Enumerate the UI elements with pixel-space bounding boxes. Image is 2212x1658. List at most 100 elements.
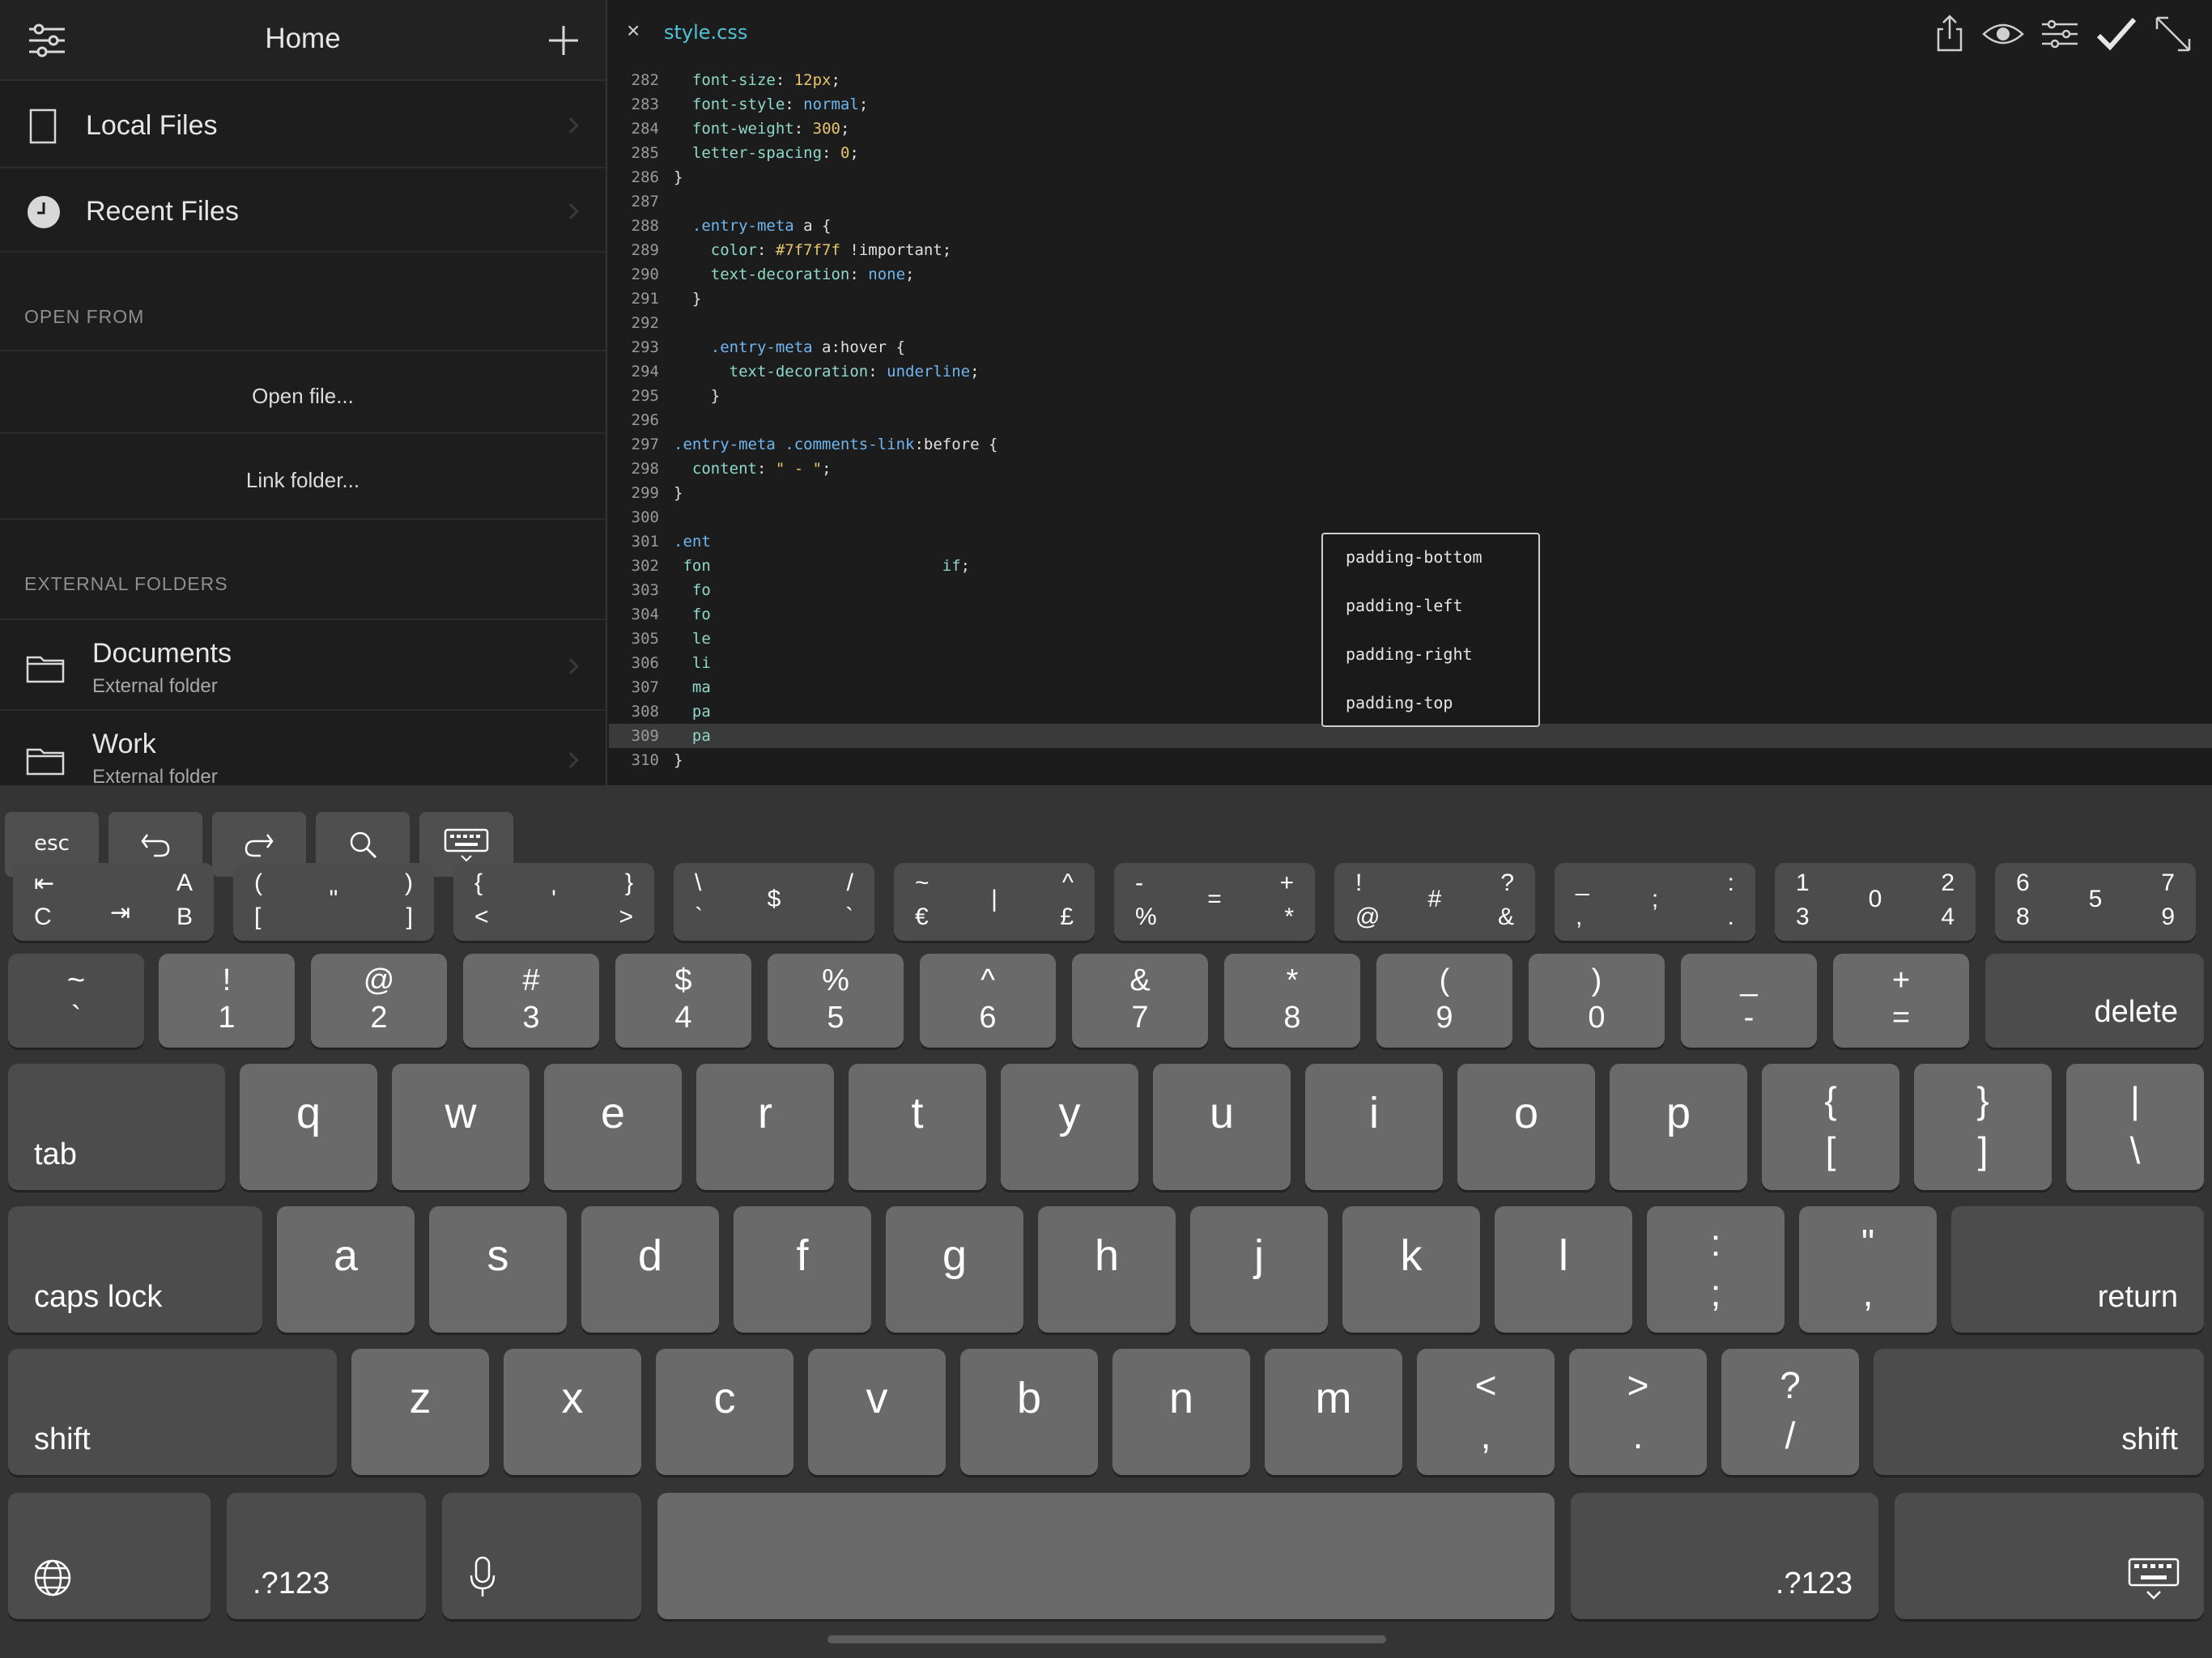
symbol-key[interactable]: 65789 (1995, 863, 2196, 941)
number-key[interactable]: (9 (1376, 954, 1512, 1048)
symbol-key[interactable]: - = +% * (1114, 863, 1315, 941)
letter-key-a[interactable]: a (277, 1206, 415, 1333)
folder-item-work[interactable]: Work External folder (0, 712, 606, 785)
number-key[interactable]: @2 (311, 954, 447, 1048)
letter-key-b[interactable]: b (960, 1349, 1098, 1475)
letter-key-o[interactable]: o (1457, 1064, 1595, 1190)
number-key[interactable]: + = (1833, 954, 1969, 1048)
symbol-key[interactable]: ~ | ^ € £ (894, 863, 1095, 941)
close-tab-button[interactable]: × (627, 18, 640, 44)
code-line[interactable]: 292 (609, 311, 2212, 335)
checkmark-icon[interactable] (2095, 13, 2138, 55)
home-indicator[interactable] (827, 1635, 1386, 1643)
letter-key-y[interactable]: y (1001, 1064, 1138, 1190)
numbers-key-right[interactable]: .?123 (1571, 1493, 1878, 1619)
letter-key-k[interactable]: k (1342, 1206, 1480, 1333)
link-folder-button[interactable]: Link folder... (0, 436, 606, 520)
space-bar[interactable] (657, 1493, 1555, 1619)
code-line[interactable]: 294 text-decoration: underline; (609, 359, 2212, 384)
plus-icon[interactable] (541, 18, 586, 63)
share-icon[interactable] (1929, 13, 1971, 55)
autocomplete-item[interactable]: padding-right (1346, 644, 1473, 664)
sidebar-item-local-files[interactable]: Local Files (0, 83, 606, 168)
letter-key-h[interactable]: h (1038, 1206, 1176, 1333)
letter-key-r[interactable]: r (696, 1064, 834, 1190)
code-line[interactable]: 298 content: " - "; (609, 457, 2212, 481)
letter-key-g[interactable]: g (886, 1206, 1023, 1333)
letter-key-e[interactable]: e (544, 1064, 682, 1190)
punctuation-key[interactable]: <, (1417, 1349, 1555, 1475)
symbol-key[interactable]: \ $ / ` ` (674, 863, 874, 941)
code-line[interactable]: 299} (609, 481, 2212, 505)
shift-key-right[interactable]: shift (1874, 1349, 2204, 1475)
symbol-key[interactable]: {'} < > (453, 863, 654, 941)
symbol-key[interactable]: 10234 (1775, 863, 1976, 941)
code-line[interactable]: 288 .entry-meta a { (609, 214, 2212, 238)
sidebar-item-recent-files[interactable]: Recent Files (0, 170, 606, 253)
letter-key-n[interactable]: n (1112, 1349, 1250, 1475)
autocomplete-item[interactable]: padding-left (1346, 596, 1463, 615)
number-key[interactable]: % 5 (768, 954, 904, 1048)
open-file-button[interactable]: Open file... (0, 350, 606, 434)
letter-key-l[interactable]: l (1495, 1206, 1632, 1333)
punctuation-key[interactable]: ", (1799, 1206, 1937, 1333)
number-key[interactable]: * 8 (1224, 954, 1360, 1048)
letter-key-q[interactable]: q (240, 1064, 377, 1190)
symbol-key[interactable]: _;:,. (1555, 863, 1755, 941)
return-key[interactable]: return (1951, 1206, 2204, 1333)
code-editor[interactable]: × style.css 282 font-size: 12px; 283 font… (609, 0, 2212, 785)
letter-key-m[interactable]: m (1265, 1349, 1402, 1475)
sliders-icon[interactable] (2039, 13, 2081, 55)
tab-key[interactable]: tab (8, 1064, 225, 1190)
dismiss-keyboard-key[interactable] (1895, 1493, 2204, 1619)
eye-icon[interactable] (1982, 13, 2024, 55)
bracket-key[interactable]: {[ (1762, 1064, 1899, 1190)
globe-key[interactable] (8, 1493, 211, 1619)
letter-key-d[interactable]: d (581, 1206, 719, 1333)
code-line[interactable]: 290 text-decoration: none; (609, 262, 2212, 287)
code-line[interactable]: 295 } (609, 384, 2212, 408)
code-line[interactable]: 289 color: #7f7f7f !important; (609, 238, 2212, 262)
letter-key-i[interactable]: i (1305, 1064, 1443, 1190)
code-line[interactable]: 293 .entry-meta a:hover { (609, 335, 2212, 359)
letter-key-j[interactable]: j (1190, 1206, 1328, 1333)
letter-key-p[interactable]: p (1610, 1064, 1747, 1190)
punctuation-key[interactable]: ? / (1721, 1349, 1859, 1475)
code-line[interactable]: 285 letter-spacing: 0; (609, 141, 2212, 165)
letter-key-u[interactable]: u (1153, 1064, 1291, 1190)
caps-lock-key[interactable]: caps lock (8, 1206, 262, 1333)
symbol-key[interactable]: ⇤ A C ⇥ B (13, 863, 214, 941)
code-line[interactable]: 283 font-style: normal; (609, 92, 2212, 117)
code-line[interactable]: 282 font-size: 12px; (609, 68, 2212, 92)
number-key[interactable]: ~ ` (8, 954, 144, 1048)
shift-key-left[interactable]: shift (8, 1349, 337, 1475)
punctuation-key[interactable]: :; (1647, 1206, 1784, 1333)
code-line[interactable]: 291 } (609, 287, 2212, 311)
letter-key-f[interactable]: f (734, 1206, 871, 1333)
code-line[interactable]: 300 (609, 505, 2212, 529)
number-key[interactable]: _ - (1681, 954, 1817, 1048)
autocomplete-item[interactable]: padding-top (1346, 693, 1453, 712)
number-key[interactable]: ) 0 (1529, 954, 1665, 1048)
bracket-key[interactable]: | \ (2066, 1064, 2204, 1190)
code-line[interactable]: 287 (609, 189, 2212, 214)
letter-key-t[interactable]: t (849, 1064, 986, 1190)
dictation-key[interactable] (442, 1493, 641, 1619)
code-line[interactable]: 297 .entry-meta .comments-link:before { (609, 432, 2212, 457)
number-key[interactable]: #3 (463, 954, 599, 1048)
letter-key-x[interactable]: x (504, 1349, 641, 1475)
number-key[interactable]: ^ 6 (920, 954, 1056, 1048)
code-line[interactable]: 310} (609, 748, 2212, 772)
letter-key-s[interactable]: s (429, 1206, 567, 1333)
numbers-key-left[interactable]: .?123 (227, 1493, 426, 1619)
letter-key-c[interactable]: c (656, 1349, 793, 1475)
folder-item-documents[interactable]: Documents External folder (0, 619, 606, 711)
number-key[interactable]: $4 (615, 954, 751, 1048)
letter-key-w[interactable]: w (392, 1064, 530, 1190)
tab-filename[interactable]: style.css (664, 21, 747, 44)
punctuation-key[interactable]: >. (1569, 1349, 1707, 1475)
code-line[interactable]: 309 pa (609, 724, 2212, 748)
code-line[interactable]: 284 font-weight: 300; (609, 117, 2212, 141)
code-line[interactable]: 286} (609, 165, 2212, 189)
expand-icon[interactable] (2152, 13, 2194, 55)
